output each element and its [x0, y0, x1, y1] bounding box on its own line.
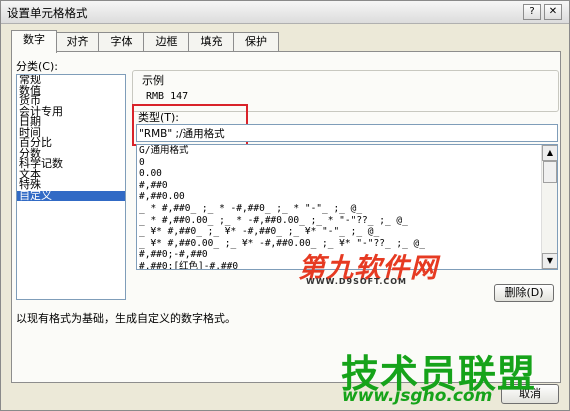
watermark-d9soft-url: WWW.D9SOFT.COM: [306, 277, 408, 286]
format-item[interactable]: #,##0.00: [137, 191, 557, 203]
format-description: 以现有格式为基础，生成自定义的数字格式。: [16, 312, 236, 325]
help-button[interactable]: ?: [523, 4, 541, 20]
format-list-scrollbar[interactable]: ▲ ▼: [541, 145, 557, 269]
format-item[interactable]: _ ¥* #,##0_ ;_ ¥* -#,##0_ ;_ ¥* "-"_ ;_ …: [137, 226, 557, 238]
tab-number[interactable]: 数字: [11, 30, 57, 53]
tab-alignment[interactable]: 对齐: [55, 32, 100, 51]
tab-font[interactable]: 字体: [98, 32, 145, 51]
watermark-d9soft: 第九软件网: [298, 246, 440, 284]
sample-label: 示例: [140, 72, 166, 88]
format-item[interactable]: _ * #,##0.00_ ;_ * -#,##0.00_ ;_ * "-"??…: [137, 215, 557, 227]
category-item-selected[interactable]: 自定义: [17, 190, 125, 201]
tab-protection[interactable]: 保护: [233, 32, 279, 51]
category-label: 分类(C):: [16, 60, 58, 73]
delete-button[interactable]: 删除(D): [494, 284, 554, 302]
category-list[interactable]: 常规 数值 货币 会计专用 日期 时间 百分比 分数 科学记数 文本 特殊 自定…: [16, 74, 126, 300]
tab-border[interactable]: 边框: [143, 32, 190, 51]
type-label: 类型(T):: [138, 111, 180, 124]
watermark-jsgho-url: www.jsgho.com: [342, 386, 493, 406]
format-item[interactable]: 0.00: [137, 168, 557, 180]
scroll-up-icon[interactable]: ▲: [542, 145, 557, 161]
tab-fill[interactable]: 填充: [188, 32, 235, 51]
close-button[interactable]: ✕: [544, 4, 562, 20]
format-item[interactable]: G/通用格式: [137, 145, 557, 157]
scroll-down-icon[interactable]: ▼: [542, 253, 557, 269]
number-tab-panel: 分类(C): 常规 数值 货币 会计专用 日期 时间 百分比 分数 科学记数 文…: [11, 51, 561, 383]
type-input[interactable]: "RMB" ;/通用格式: [136, 124, 558, 142]
title-bar: 设置单元格格式 ? ✕: [1, 1, 569, 24]
format-item[interactable]: #,##0: [137, 180, 557, 192]
format-item[interactable]: _ * #,##0_ ;_ * -#,##0_ ;_ * "-"_ ;_ @_: [137, 203, 557, 215]
sample-value: RMB 147: [146, 91, 189, 102]
format-item[interactable]: 0: [137, 157, 557, 169]
scroll-thumb[interactable]: [543, 161, 557, 183]
type-input-value: "RMB" ;/通用格式: [139, 128, 225, 140]
dialog-title: 设置单元格格式: [7, 6, 88, 20]
